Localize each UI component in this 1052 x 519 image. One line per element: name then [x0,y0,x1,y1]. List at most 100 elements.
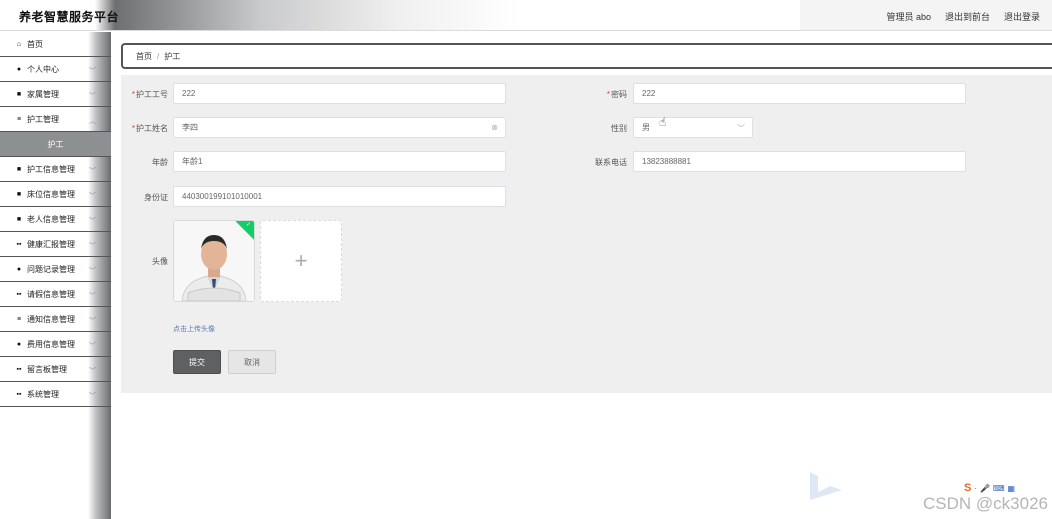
id-card-label: 身份证 [144,193,168,202]
home-icon: ⌂ [16,40,22,48]
sidebar-item-label: 留言板管理 [27,364,67,374]
breadcrumb-separator: / [157,51,160,61]
avatar-thumbnail[interactable]: ✓ [173,220,255,302]
plus-icon: + [294,248,308,273]
sidebar-item-label: 首页 [27,39,43,49]
chevron-down-icon: ﹀ [737,124,745,133]
sidebar-item-label: 老人信息管理 [27,214,75,224]
grid-icon: ▪▪ [16,240,22,248]
sidebar-item-label: 护工信息管理 [27,164,75,174]
sidebar-item-label: 请假信息管理 [27,289,75,299]
sidebar-item-notice-info[interactable]: ≡ 通知信息管理 ﹀ [0,307,111,332]
submit-button[interactable]: 提交 [173,350,221,374]
app-title: 养老智慧服务平台 [19,10,120,24]
sidebar-item-profile[interactable]: ● 个人中心 ﹀ [0,57,111,82]
chevron-down-icon: ﹀ [89,218,96,225]
sidebar-item-label: 费用信息管理 [27,339,75,349]
breadcrumb-current: 护工 [164,51,181,61]
chevron-down-icon: ﹀ [89,168,96,175]
top-bar: 养老智慧服务平台 管理员 abo 退出到前台 退出登录 [0,0,1052,31]
sidebar-item-label: 护工管理 [27,114,59,124]
chevron-down-icon: ﹀ [89,243,96,250]
worker-name-label: *护工姓名 [131,124,168,133]
chevron-down-icon: ﹀ [89,318,96,325]
top-links: 管理员 abo 退出到前台 退出登录 [886,10,1040,23]
sidebar-item-leave-info[interactable]: ▪▪ 请假信息管理 ﹀ [0,282,111,307]
phone-label: 联系电话 [595,158,627,167]
ime-grid-icon: ▦ [1007,483,1016,493]
password-input[interactable]: 222 [633,83,966,104]
logout-link[interactable]: 退出登录 [1004,10,1040,23]
user-icon: ● [16,340,22,348]
hand-cursor-icon: ☝ [659,115,667,129]
grid-icon: ▪▪ [16,290,22,298]
sidebar-item-label: 个人中心 [27,64,59,74]
ime-mic-icon: 🎤 [980,483,990,493]
watermark-logo [810,472,842,500]
ime-keyboard-icon: ⌨ [992,483,1005,493]
sidebar-item-system[interactable]: ▪▪ 系统管理 ﹀ [0,382,111,407]
user-icon: ● [16,265,22,273]
sidebar-item-label: 床位信息管理 [27,189,75,199]
go-front-link[interactable]: 退出到前台 [945,10,990,23]
worker-name-input[interactable]: 李四 ⊗ [173,117,506,138]
sidebar-item-family[interactable]: ■ 家属管理 ﹀ [0,82,111,107]
card-icon: ■ [16,215,22,223]
sidebar: ⌂ 首页 ● 个人中心 ﹀ ■ 家属管理 ﹀ ≡ 护工管理 ︿ 护工 ■ 护工信… [0,32,111,519]
list-icon: ≡ [16,315,22,323]
worker-form: *护工工号 222 *密码 222 *护工姓名 李四 ⊗ 性别 男 ﹀ ☝ 年龄… [121,75,1052,393]
phone-input[interactable]: 13823888881 [633,151,966,172]
sidebar-item-issue-record[interactable]: ● 问题记录管理 ﹀ [0,257,111,282]
grid-icon: ▪▪ [16,390,22,398]
chevron-down-icon: ﹀ [89,343,96,350]
sidebar-item-bed-info[interactable]: ■ 床位信息管理 ﹀ [0,182,111,207]
password-label: *密码 [606,90,627,99]
avatar-label: 头像 [152,257,168,266]
doctor-photo [174,221,254,301]
sidebar-item-workers[interactable]: ≡ 护工管理 ︿ [0,107,111,132]
chevron-down-icon: ﹀ [89,268,96,275]
chevron-up-icon: ︿ [89,118,96,125]
gender-select[interactable]: 男 ﹀ [633,117,753,138]
sidebar-item-elder-info[interactable]: ■ 老人信息管理 ﹀ [0,207,111,232]
avatar-upload-button[interactable]: + [260,220,342,302]
sidebar-item-label: 通知信息管理 [27,314,75,324]
clear-circle-icon[interactable]: ⊗ [491,123,498,132]
card-icon: ■ [16,165,22,173]
chevron-down-icon: ﹀ [89,393,96,400]
sidebar-item-label: 家属管理 [27,89,59,99]
chevron-down-icon: ﹀ [89,93,96,100]
worker-id-input[interactable]: 222 [173,83,506,104]
age-label: 年龄 [152,158,168,167]
breadcrumb: 首页 / 护工 [121,43,1052,69]
sidebar-item-label: 健康汇报管理 [27,239,75,249]
cancel-button[interactable]: 取消 [228,350,276,374]
worker-id-label: *护工工号 [131,90,168,99]
gender-label: 性别 [611,124,627,133]
check-icon: ✓ [245,222,251,228]
sidebar-subitem-worker[interactable]: 护工 [0,132,111,157]
sidebar-item-health-report[interactable]: ▪▪ 健康汇报管理 ﹀ [0,232,111,257]
ime-dot-icon: · [974,483,978,493]
chevron-down-icon: ﹀ [89,193,96,200]
doc-icon: ■ [16,190,22,198]
chevron-down-icon: ﹀ [89,293,96,300]
ime-logo-icon: S [964,482,972,494]
sidebar-item-message-board[interactable]: ▪▪ 留言板管理 ﹀ [0,357,111,382]
id-card-input[interactable]: 440300199101010001 [173,186,506,207]
doc-icon: ■ [16,90,22,98]
age-input[interactable]: 年龄1 [173,151,506,172]
breadcrumb-home[interactable]: 首页 [136,51,152,62]
grid-icon: ▪▪ [16,365,22,373]
sidebar-item-home[interactable]: ⌂ 首页 [0,32,111,57]
chevron-down-icon: ﹀ [89,368,96,375]
current-user-link[interactable]: 管理员 abo [886,10,931,23]
avatar-upload-hint: 点击上传头像 [173,326,215,333]
sidebar-item-worker-info[interactable]: ■ 护工信息管理 ﹀ [0,157,111,182]
chevron-down-icon: ﹀ [89,68,96,75]
sidebar-item-fee-info[interactable]: ● 费用信息管理 ﹀ [0,332,111,357]
list-icon: ≡ [16,115,22,123]
csdn-watermark: CSDN @ck3026 [923,494,1048,513]
user-icon: ● [16,65,22,73]
sidebar-item-label: 系统管理 [27,389,59,399]
